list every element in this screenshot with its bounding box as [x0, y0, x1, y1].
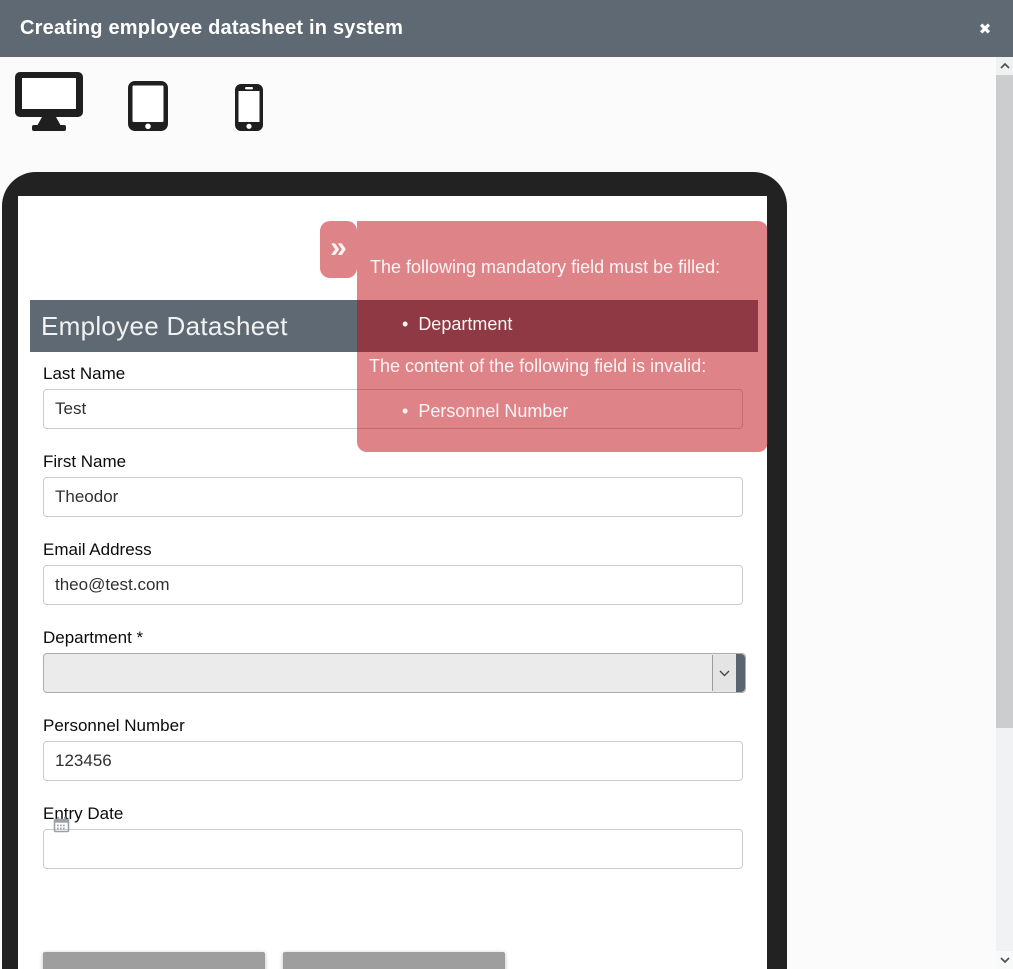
select-dropdown-button[interactable]	[712, 655, 736, 691]
email-input[interactable]	[43, 565, 743, 605]
department-select[interactable]	[43, 653, 746, 693]
desktop-preview-button[interactable]	[15, 72, 83, 137]
mandatory-message: The following mandatory field must be fi…	[370, 257, 720, 278]
field-first-name: First Name	[43, 452, 743, 517]
chevron-down-icon	[719, 670, 730, 677]
validation-message-panel: The following mandatory field must be fi…	[357, 221, 768, 452]
personnel-number-input[interactable]	[43, 741, 743, 781]
invalid-message: The content of the following field is in…	[369, 356, 706, 377]
desktop-icon	[15, 72, 83, 132]
close-button[interactable]: ✖	[970, 0, 1000, 57]
chevron-up-icon	[1000, 63, 1010, 69]
scroll-down-button[interactable]	[996, 951, 1013, 969]
phone-icon	[235, 84, 263, 131]
preview-action-button-left[interactable]	[43, 952, 265, 969]
personnel-number-label: Personnel Number	[43, 716, 743, 736]
first-name-label: First Name	[43, 452, 743, 472]
field-entry-date: Entry Date	[43, 804, 743, 869]
modal-titlebar: Creating employee datasheet in system ✖	[0, 0, 1013, 57]
first-name-input[interactable]	[43, 477, 743, 517]
double-chevron-right-icon: »	[330, 233, 347, 263]
email-label: Email Address	[43, 540, 743, 560]
bullet-icon: •	[402, 300, 408, 349]
preview-action-button-right[interactable]	[283, 952, 505, 969]
field-personnel-number: Personnel Number	[43, 716, 743, 781]
chevron-down-icon	[1000, 957, 1010, 963]
modal-title: Creating employee datasheet in system	[0, 17, 403, 40]
field-department: Department *	[43, 628, 743, 693]
scrollbar-thumb[interactable]	[996, 75, 1013, 728]
scroll-up-button[interactable]	[996, 57, 1013, 75]
close-icon: ✖	[979, 20, 992, 38]
field-email: Email Address	[43, 540, 743, 605]
modal-dialog: Employee Datasheet Last Name First Name …	[0, 0, 1013, 969]
mandatory-item-department: •Department	[357, 300, 768, 352]
entry-date-input[interactable]	[43, 829, 743, 869]
select-scroll-handle	[736, 654, 745, 692]
validation-expander-tab[interactable]: »	[320, 221, 357, 278]
department-label: Department *	[43, 628, 743, 648]
vertical-scrollbar[interactable]	[996, 57, 1013, 969]
invalid-item-personnel-number: •Personnel Number	[357, 392, 768, 430]
bullet-icon: •	[402, 392, 408, 430]
phone-preview-button[interactable]	[235, 84, 263, 136]
tablet-preview-button[interactable]	[128, 81, 168, 136]
tablet-icon	[128, 81, 168, 131]
entry-date-label: Entry Date	[43, 804, 743, 824]
